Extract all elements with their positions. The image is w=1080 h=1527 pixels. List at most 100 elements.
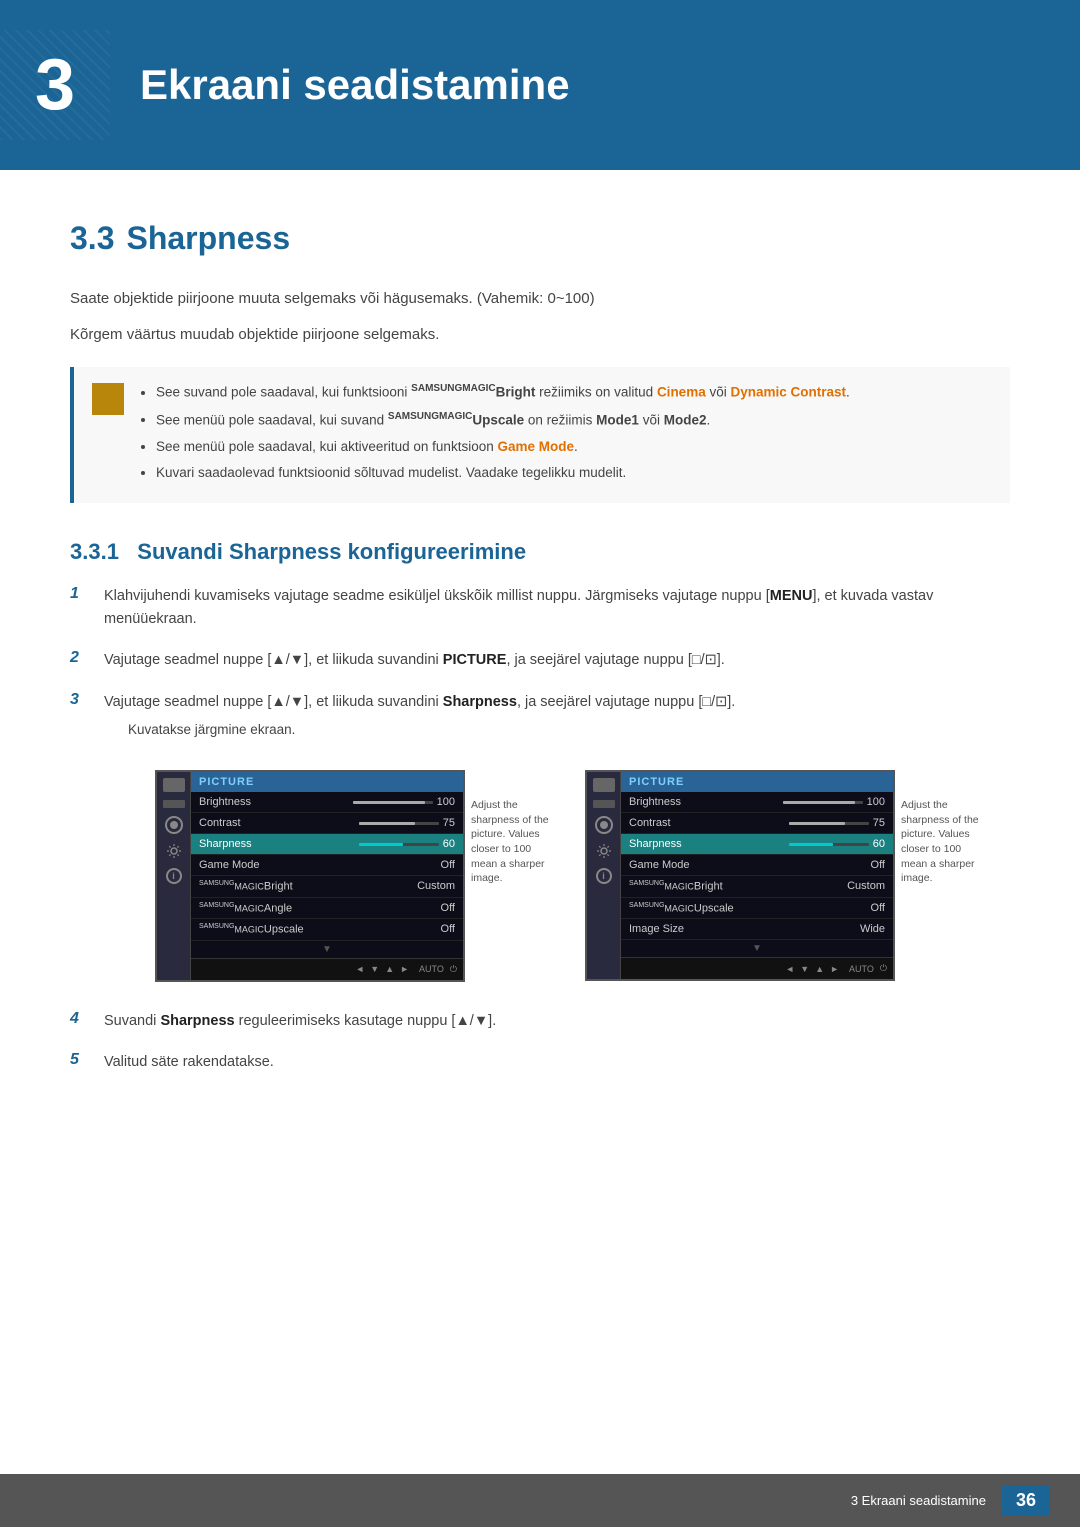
menu-magicangle-1: SAMSUNGMAGICAngle Off: [191, 898, 463, 920]
sidebar-icon-info: i: [166, 868, 182, 884]
footer-page-number: 36: [1002, 1486, 1050, 1515]
footer-chapter-label: 3 Ekraani seadistamine: [851, 1493, 986, 1508]
nav-down-1: ▼: [370, 964, 379, 974]
brand-magic-2: MAGIC: [439, 411, 472, 422]
intro-text-2: Kõrgem väärtus muudab objektide piirjoon…: [70, 323, 1010, 347]
main-content: 3.3 Sharpness Saate objektide piirjoone …: [0, 220, 1080, 1074]
menu-gamemode-2: Game Mode Off: [621, 855, 893, 876]
upscale-label: Upscale: [472, 412, 524, 427]
sidebar-icon-2: [163, 800, 185, 808]
subsection-title-text: Suvandi Sharpness konfigureerimine: [137, 539, 526, 564]
note-item-2: See menüü pole saadaval, kui suvand SAMS…: [156, 409, 992, 431]
section-number: 3.3: [70, 220, 114, 257]
nav-left-1: ◄: [355, 964, 364, 974]
step-2: 2 Vajutage seadmel nuppe [▲/▼], et liiku…: [70, 649, 1010, 672]
steps-list-2: 4 Suvandi Sharpness reguleerimiseks kasu…: [70, 1010, 1010, 1074]
nav-power-2: ⏻: [880, 963, 887, 974]
scroll-indicator-2: ▼: [621, 940, 893, 957]
menu-magicbright-1: SAMSUNGMAGICBright Custom: [191, 876, 463, 898]
nav-up-1: ▲: [385, 964, 394, 974]
step-text-5: Valitud säte rakendatakse.: [104, 1051, 274, 1074]
chapter-title: Ekraani seadistamine: [140, 61, 570, 109]
step-3: 3 Vajutage seadmel nuppe [▲/▼], et liiku…: [70, 691, 1010, 746]
menu-imagesize-2: Image Size Wide: [621, 919, 893, 940]
note-icon: [92, 383, 124, 415]
menu-magicupscale-2: SAMSUNGMAGICUpscale Off: [621, 898, 893, 920]
menu-header-2: PICTURE: [621, 772, 893, 792]
menu-magicupscale-1: SAMSUNGMAGICUpscale Off: [191, 919, 463, 941]
step-num-4: 4: [70, 1010, 88, 1028]
chapter-number-box: 3: [0, 30, 110, 140]
dynamic-contrast-label: Dynamic Contrast: [730, 385, 846, 400]
menu-sharpness-1: Sharpness 60: [191, 834, 463, 855]
sidebar-icon-3: [165, 816, 183, 834]
sidebar-icon-2c: [595, 816, 613, 834]
menu-header-1: PICTURE: [191, 772, 463, 792]
chapter-num: 3: [35, 49, 75, 121]
nav-power-1: ⏻: [450, 964, 457, 975]
sidebar-2: i: [587, 772, 621, 979]
step-text-3: Vajutage seadmel nuppe [▲/▼], et liikuda…: [104, 694, 735, 710]
sidebar-icon-2b: [593, 800, 615, 808]
note-item-3: See menüü pole saadaval, kui aktiveeritu…: [156, 437, 992, 457]
step-3-subnote: Kuvatakse järgmine ekraan.: [128, 720, 735, 740]
monitor-main-2: PICTURE Brightness 100 Contrast: [621, 772, 893, 979]
step-1: 1 Klahvijuhendi kuvamiseks vajutage sead…: [70, 585, 1010, 631]
step-num-2: 2: [70, 649, 88, 667]
menu-contrast-1: Contrast 75: [191, 813, 463, 834]
menu-gamemode-1: Game Mode Off: [191, 855, 463, 876]
steps-list: 1 Klahvijuhendi kuvamiseks vajutage sead…: [70, 585, 1010, 746]
note-item-4: Kuvari saadaolevad funktsioonid sõltuvad…: [156, 463, 992, 483]
nav-down-2: ▼: [800, 964, 809, 974]
page-header: 3 Ekraani seadistamine: [0, 0, 1080, 170]
bright-label: Bright: [496, 385, 536, 400]
gamemode-label: Game Mode: [497, 439, 574, 454]
section-title-text: Sharpness: [126, 220, 290, 257]
step-num-5: 5: [70, 1051, 88, 1069]
menu-nav-2: ◄ ▼ ▲ ► AUTO ⏻: [621, 957, 893, 979]
page-footer: 3 Ekraani seadistamine 36: [0, 1474, 1080, 1527]
step-4: 4 Suvandi Sharpness reguleerimiseks kasu…: [70, 1010, 1010, 1033]
subsection-number: 3.3.1: [70, 539, 119, 564]
nav-auto-1: AUTO: [419, 964, 444, 974]
nav-left-2: ◄: [785, 964, 794, 974]
brand-magic-1: MAGIC: [462, 383, 495, 394]
nav-auto-2: AUTO: [849, 964, 874, 974]
subsection-title: 3.3.1 Suvandi Sharpness konfigureerimine: [70, 539, 1010, 565]
screen-2-wrapper: i PICTURE Brightness 100: [585, 770, 985, 982]
menu-nav-1: ◄ ▼ ▲ ► AUTO ⏻: [191, 958, 463, 980]
sidebar-icon-gear-2: [595, 842, 613, 860]
sidebar-1: i: [157, 772, 191, 980]
monitor-screen-2: i PICTURE Brightness 100: [585, 770, 895, 981]
step-num-3: 3: [70, 691, 88, 709]
nav-right-2: ►: [830, 964, 839, 974]
sidebar-icon-gear: [165, 842, 183, 860]
cinema-label: Cinema: [657, 385, 706, 400]
mode2-label: Mode2: [664, 412, 707, 427]
monitor-main-1: PICTURE Brightness 100 Contrast: [191, 772, 463, 980]
mode1-label: Mode1: [596, 412, 639, 427]
menu-magicbright-2: SAMSUNGMAGICBright Custom: [621, 876, 893, 898]
sidebar-icon-2a: [593, 778, 615, 792]
menu-brightness-2: Brightness 100: [621, 792, 893, 813]
nav-up-2: ▲: [815, 964, 824, 974]
step-num-1: 1: [70, 585, 88, 603]
sidebar-icon-info-2: i: [596, 868, 612, 884]
menu-contrast-2: Contrast 75: [621, 813, 893, 834]
intro-text-1: Saate objektide piirjoone muuta selgemak…: [70, 287, 1010, 311]
note-content: See suvand pole saadaval, kui funktsioon…: [138, 381, 992, 489]
sidebar-icon-1: [163, 778, 185, 792]
brand-samsung-2: SAMSUNG: [388, 411, 439, 422]
monitor-screen-1: i PICTURE Brightness 100: [155, 770, 465, 982]
step-text-4: Suvandi Sharpness reguleerimiseks kasuta…: [104, 1010, 496, 1033]
screen-1-wrapper: i PICTURE Brightness 100: [155, 770, 555, 982]
step-text-1: Klahvijuhendi kuvamiseks vajutage seadme…: [104, 585, 1010, 631]
screen-2-note: Adjust the sharpness of the picture. Val…: [895, 770, 985, 892]
note-item-1: See suvand pole saadaval, kui funktsioon…: [156, 381, 992, 403]
step-text-2: Vajutage seadmel nuppe [▲/▼], et liikuda…: [104, 649, 725, 672]
brand-samsung-1: SAMSUNG: [411, 383, 462, 394]
section-title: 3.3 Sharpness: [70, 220, 1010, 257]
screen-1-note: Adjust the sharpness of the picture. Val…: [465, 770, 555, 892]
nav-right-1: ►: [400, 964, 409, 974]
menu-sharpness-2: Sharpness 60: [621, 834, 893, 855]
